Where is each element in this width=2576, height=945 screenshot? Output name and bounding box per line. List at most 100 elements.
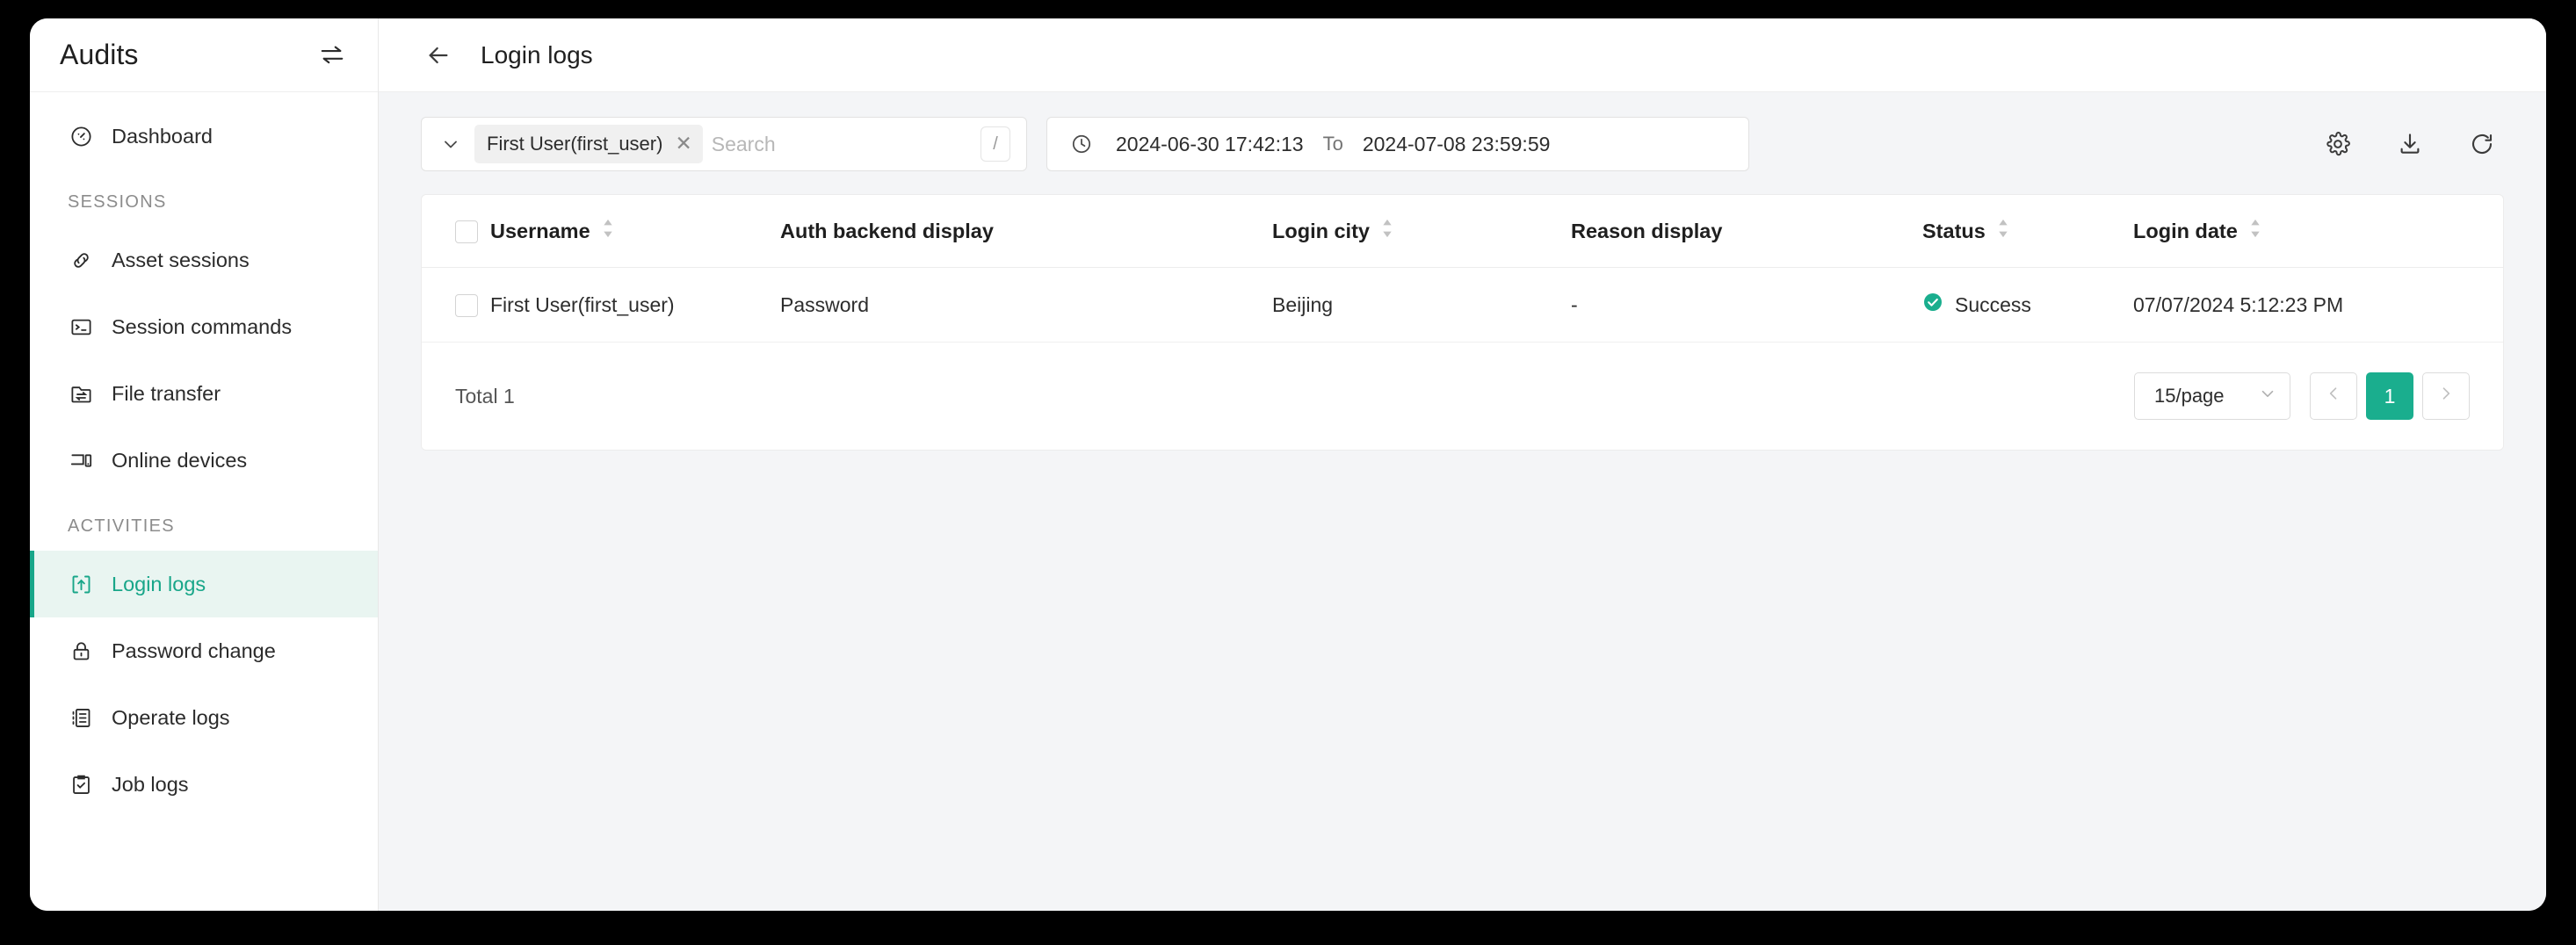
sort-icon[interactable] bbox=[601, 219, 615, 243]
date-from-value[interactable]: 2024-06-30 17:42:13 bbox=[1116, 133, 1304, 156]
prev-page-button[interactable] bbox=[2310, 372, 2357, 420]
close-icon[interactable]: ✕ bbox=[675, 133, 691, 155]
page-title: Login logs bbox=[481, 40, 593, 69]
page-button-1[interactable]: 1 bbox=[2366, 372, 2413, 420]
search-filter-box: First User(first_user) ✕ / bbox=[421, 117, 1027, 171]
sidebar-item-label: Session commands bbox=[112, 314, 293, 338]
clock-icon bbox=[1067, 129, 1096, 159]
sidebar-item-session-commands[interactable]: Session commands bbox=[30, 293, 378, 360]
column-label: Status bbox=[1922, 219, 1986, 242]
sidebar: Audits Dashboard SESSIONS Asset sessions… bbox=[30, 18, 379, 911]
terminal-icon bbox=[68, 314, 94, 340]
total-count: Total 1 bbox=[455, 384, 515, 408]
sidebar-item-label: Online devices bbox=[112, 448, 248, 472]
date-to-value[interactable]: 2024-07-08 23:59:59 bbox=[1363, 133, 1551, 156]
list-document-icon bbox=[68, 704, 94, 731]
table-toolbar bbox=[2321, 127, 2504, 161]
sidebar-item-dashboard[interactable]: Dashboard bbox=[30, 103, 378, 170]
filter-tag-user[interactable]: First User(first_user) ✕ bbox=[474, 125, 703, 163]
dashboard-icon bbox=[68, 123, 94, 149]
select-all-checkbox[interactable] bbox=[455, 220, 478, 243]
collapse-toggle-icon[interactable] bbox=[316, 40, 348, 71]
sidebar-item-login-logs[interactable]: Login logs bbox=[30, 551, 378, 617]
search-shortcut-key: / bbox=[980, 126, 1010, 162]
sidebar-item-password-change[interactable]: Password change bbox=[30, 617, 378, 684]
column-label: Auth backend display bbox=[780, 219, 994, 242]
gear-icon[interactable] bbox=[2321, 127, 2355, 161]
search-input[interactable] bbox=[711, 132, 972, 156]
arrow-left-icon[interactable] bbox=[421, 38, 456, 73]
sort-icon[interactable] bbox=[2248, 219, 2262, 243]
filter-tag-label: First User(first_user) bbox=[487, 133, 663, 155]
table-header-row: Username Auth backend display Login city… bbox=[422, 195, 2503, 268]
pagination: 15/page 1 bbox=[2134, 372, 2470, 420]
cell-username: First User(first_user) bbox=[490, 267, 780, 343]
clipboard-check-icon bbox=[68, 771, 94, 797]
filter-bar: First User(first_user) ✕ / 2024-06-30 17… bbox=[421, 117, 2504, 171]
column-label: Username bbox=[490, 219, 590, 242]
lock-icon bbox=[68, 638, 94, 664]
table-header: Username Auth backend display Login city… bbox=[422, 195, 2503, 268]
cell-login-date: 07/07/2024 5:12:23 PM bbox=[2133, 267, 2503, 343]
chevron-left-icon bbox=[2325, 385, 2342, 408]
sidebar-section-sessions: SESSIONS bbox=[68, 192, 167, 212]
column-label: Login city bbox=[1272, 219, 1370, 242]
column-username[interactable]: Username bbox=[490, 195, 780, 268]
cell-status: Success bbox=[1922, 267, 2133, 343]
sidebar-header: Audits bbox=[30, 18, 378, 92]
sidebar-item-label: File transfer bbox=[112, 381, 221, 405]
check-circle-icon bbox=[1922, 292, 1943, 318]
sidebar-item-asset-sessions[interactable]: Asset sessions bbox=[30, 227, 378, 293]
sidebar-nav: Dashboard SESSIONS Asset sessions Sessio… bbox=[30, 92, 378, 911]
main-area: Login logs First User(first_user) ✕ Sear… bbox=[379, 18, 2546, 911]
column-login-date[interactable]: Login date bbox=[2133, 195, 2503, 268]
sidebar-item-label: Operate logs bbox=[112, 705, 230, 729]
login-logs-table: Username Auth backend display Login city… bbox=[422, 195, 2503, 343]
row-checkbox[interactable] bbox=[455, 293, 478, 317]
page-content: First User(first_user) ✕ / 2024-06-30 17… bbox=[379, 92, 2546, 911]
sidebar-item-file-transfer[interactable]: File transfer bbox=[30, 360, 378, 427]
cell-login-city: Beijing bbox=[1272, 267, 1571, 343]
column-label: Reason display bbox=[1571, 219, 1723, 242]
column-auth-backend-display: Auth backend display bbox=[780, 195, 1272, 268]
page-size-select[interactable]: 15/page bbox=[2134, 372, 2290, 420]
sidebar-title: Audits bbox=[60, 39, 139, 70]
app-window: Audits Dashboard SESSIONS Asset sessions… bbox=[30, 18, 2546, 911]
sidebar-item-job-logs[interactable]: Job logs bbox=[30, 751, 378, 818]
column-select-all bbox=[422, 195, 490, 268]
folder-transfer-icon bbox=[68, 380, 94, 407]
page-size-value: 15/page bbox=[2154, 385, 2225, 407]
page-header: Login logs bbox=[379, 18, 2546, 92]
next-page-button[interactable] bbox=[2422, 372, 2470, 420]
download-icon[interactable] bbox=[2393, 127, 2427, 161]
sidebar-item-label: Login logs bbox=[112, 572, 206, 595]
sidebar-item-operate-logs[interactable]: Operate logs bbox=[30, 684, 378, 751]
sort-icon[interactable] bbox=[1380, 219, 1394, 243]
devices-icon bbox=[68, 447, 94, 473]
chevron-right-icon bbox=[2437, 385, 2455, 408]
cell-reason-display: - bbox=[1571, 267, 1922, 343]
sidebar-item-label: Dashboard bbox=[112, 124, 213, 148]
sidebar-item-label: Password change bbox=[112, 638, 276, 662]
table-row[interactable]: First User(first_user) Password Beijing … bbox=[422, 267, 2503, 343]
column-label: Login date bbox=[2133, 219, 2238, 242]
date-range-picker[interactable]: 2024-06-30 17:42:13 To 2024-07-08 23:59:… bbox=[1046, 117, 1749, 171]
status-badge: Success bbox=[1955, 292, 2031, 316]
sidebar-item-label: Job logs bbox=[112, 772, 189, 796]
table-body: First User(first_user) Password Beijing … bbox=[422, 267, 2503, 343]
column-reason-display: Reason display bbox=[1571, 195, 1922, 268]
chevron-down-icon bbox=[2258, 384, 2277, 408]
login-arrow-icon bbox=[68, 571, 94, 597]
sort-icon[interactable] bbox=[1996, 219, 2010, 243]
chevron-down-icon[interactable] bbox=[436, 129, 466, 159]
column-login-city[interactable]: Login city bbox=[1272, 195, 1571, 268]
sidebar-section-activities: ACTIVITIES bbox=[68, 516, 175, 536]
link-icon bbox=[68, 247, 94, 273]
row-select-cell bbox=[422, 267, 490, 343]
cell-auth-backend-display: Password bbox=[780, 267, 1272, 343]
table-footer: Total 1 15/page 1 bbox=[422, 343, 2503, 450]
refresh-icon[interactable] bbox=[2465, 127, 2499, 161]
date-range-separator: To bbox=[1322, 133, 1343, 155]
column-status[interactable]: Status bbox=[1922, 195, 2133, 268]
sidebar-item-online-devices[interactable]: Online devices bbox=[30, 427, 378, 494]
